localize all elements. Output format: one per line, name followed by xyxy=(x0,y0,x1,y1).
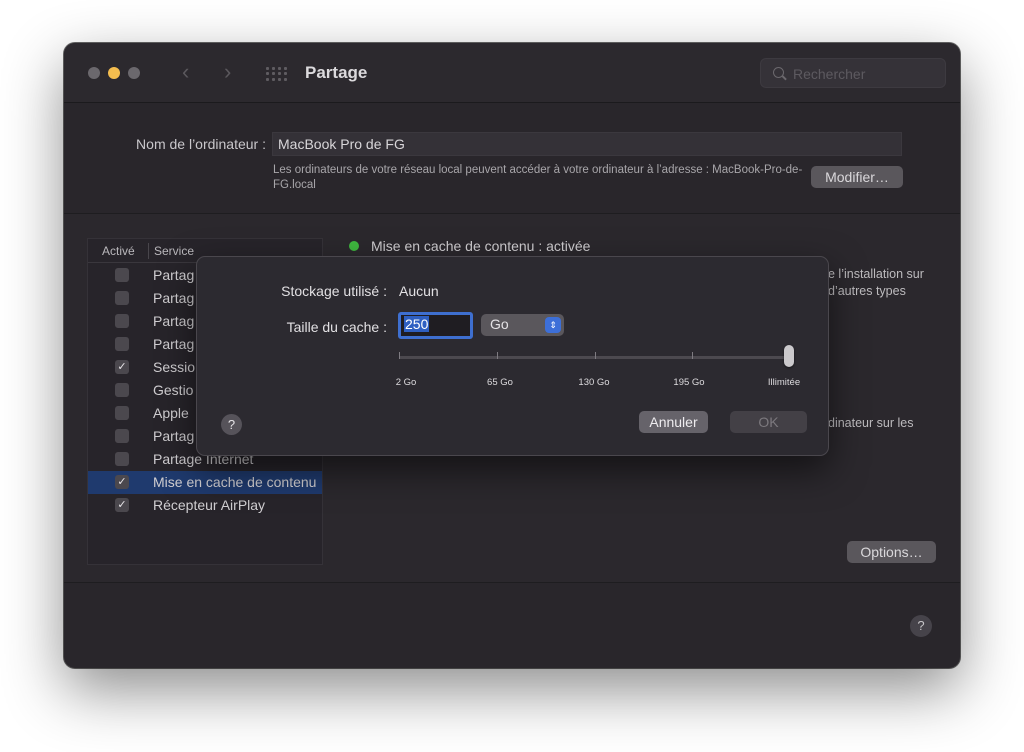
computer-name-label: Nom de l’ordinateur : xyxy=(136,136,266,152)
status-indicator-icon xyxy=(349,241,359,251)
modify-button[interactable]: Modifier… xyxy=(811,166,903,188)
checkbox-checked[interactable]: ✓ xyxy=(115,475,129,489)
forward-arrow-icon[interactable]: › xyxy=(224,59,231,85)
checkbox-unchecked[interactable] xyxy=(115,268,129,282)
checkbox-unchecked[interactable] xyxy=(115,337,129,351)
service-label: Récepteur AirPlay xyxy=(153,497,266,513)
window-title: Partage xyxy=(305,63,368,82)
cache-size-slider[interactable] xyxy=(399,356,789,359)
slider-tick-label: 65 Go xyxy=(487,377,513,388)
ok-button[interactable]: OK xyxy=(730,411,807,433)
checkbox-unchecked[interactable] xyxy=(115,314,129,328)
column-header-active[interactable]: Activé xyxy=(102,244,135,258)
checkbox-unchecked[interactable] xyxy=(115,383,129,397)
description-line: e l’installation sur xyxy=(828,267,924,281)
cache-unit-value: Go xyxy=(490,316,509,332)
service-label: Mise en cache de contenu xyxy=(153,474,317,490)
zoom-window-button[interactable] xyxy=(128,67,140,79)
service-description-fragment: e l’installation sur d’autres types xyxy=(828,266,924,300)
chevron-up-down-icon: ⇕ xyxy=(545,317,561,333)
search-icon xyxy=(773,67,784,78)
cache-size-sheet: Stockage utilisé : Aucun Taille du cache… xyxy=(196,256,829,456)
minimize-window-button[interactable] xyxy=(108,67,120,79)
title-bar: ‹ › Partage Rechercher xyxy=(64,43,960,103)
slider-tick xyxy=(692,352,693,359)
column-divider xyxy=(148,243,149,259)
description-line: d’autres types xyxy=(828,284,906,298)
column-header-service[interactable]: Service xyxy=(154,244,194,258)
cache-size-label: Taille du cache : xyxy=(286,319,387,335)
slider-knob[interactable] xyxy=(784,345,794,367)
slider-tick-label: Illimitée xyxy=(767,377,801,388)
search-field[interactable]: Rechercher xyxy=(760,58,946,88)
slider-tick-label: 130 Go xyxy=(578,377,610,388)
help-icon[interactable]: ? xyxy=(221,414,242,435)
cache-size-value: 250 xyxy=(404,316,430,332)
slider-tick-label: 2 Go xyxy=(395,377,417,388)
computer-address-text: Les ordinateurs de votre réseau local pe… xyxy=(273,164,803,191)
checkbox-unchecked[interactable] xyxy=(115,406,129,420)
cancel-button[interactable]: Annuler xyxy=(639,411,708,433)
checkbox-unchecked[interactable] xyxy=(115,291,129,305)
help-icon[interactable]: ? xyxy=(910,615,932,637)
show-all-grid-icon[interactable] xyxy=(266,67,287,81)
cache-unit-select[interactable]: Go ⇕ xyxy=(481,314,564,336)
checkbox-checked[interactable]: ✓ xyxy=(115,360,129,374)
checkbox-unchecked[interactable] xyxy=(115,452,129,466)
computer-name-field[interactable]: MacBook Pro de FG xyxy=(272,132,902,156)
service-list-item[interactable]: ✓ Mise en cache de contenu xyxy=(88,471,322,494)
slider-tick xyxy=(497,352,498,359)
checkbox-unchecked[interactable] xyxy=(115,429,129,443)
service-description-fragment: dinateur sur les xyxy=(828,416,914,430)
checkbox-checked[interactable]: ✓ xyxy=(115,498,129,512)
slider-tick xyxy=(399,352,400,359)
back-arrow-icon[interactable]: ‹ xyxy=(182,59,189,85)
close-window-button[interactable] xyxy=(88,67,100,79)
cache-size-input[interactable]: 250 xyxy=(398,312,473,339)
options-button[interactable]: Options… xyxy=(847,541,936,563)
storage-used-value: Aucun xyxy=(399,283,439,299)
service-status-text: Mise en cache de contenu : activée xyxy=(371,238,591,254)
divider xyxy=(64,582,960,583)
slider-tick xyxy=(595,352,596,359)
slider-tick-label: 195 Go xyxy=(673,377,705,388)
service-list-item[interactable]: ✓ Récepteur AirPlay xyxy=(88,494,322,517)
search-placeholder: Rechercher xyxy=(793,66,866,82)
storage-used-label: Stockage utilisé : xyxy=(281,283,387,299)
